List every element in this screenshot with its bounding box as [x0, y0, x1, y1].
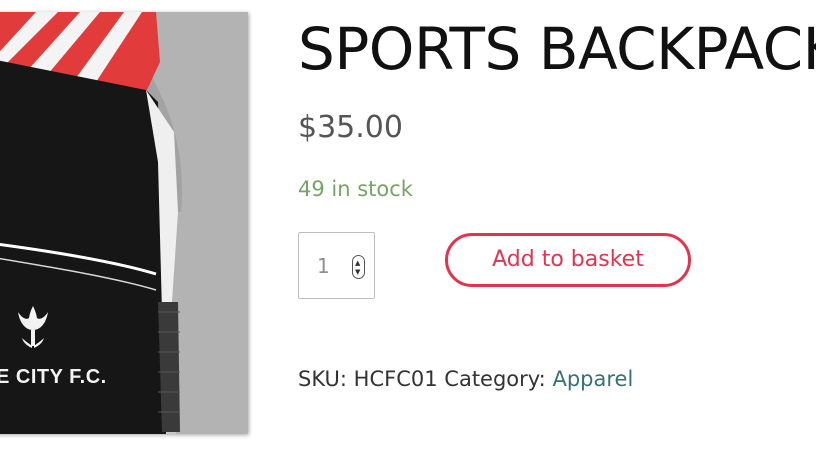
- product-image[interactable]: E CITY F.C.: [0, 12, 248, 434]
- category-link[interactable]: Apparel: [552, 367, 633, 391]
- crest-text: E CITY F.C.: [0, 366, 107, 388]
- up-down-spinner-icon[interactable]: ▲ ▼: [352, 255, 365, 279]
- product-meta: SKU: HCFC01 Category: Apparel: [298, 364, 633, 394]
- sku-label: SKU:: [298, 367, 347, 391]
- product-title: SPORTS BACKPACK: [298, 15, 816, 83]
- quantity-field[interactable]: 1 ▲ ▼: [298, 232, 375, 299]
- sku-value: HCFC01: [353, 367, 438, 391]
- category-label: Category:: [444, 367, 546, 391]
- stock-status: 49 in stock: [298, 177, 413, 201]
- product-price: $35.00: [298, 110, 403, 145]
- add-to-basket-button[interactable]: Add to basket: [445, 233, 691, 287]
- quantity-value[interactable]: 1: [317, 253, 330, 279]
